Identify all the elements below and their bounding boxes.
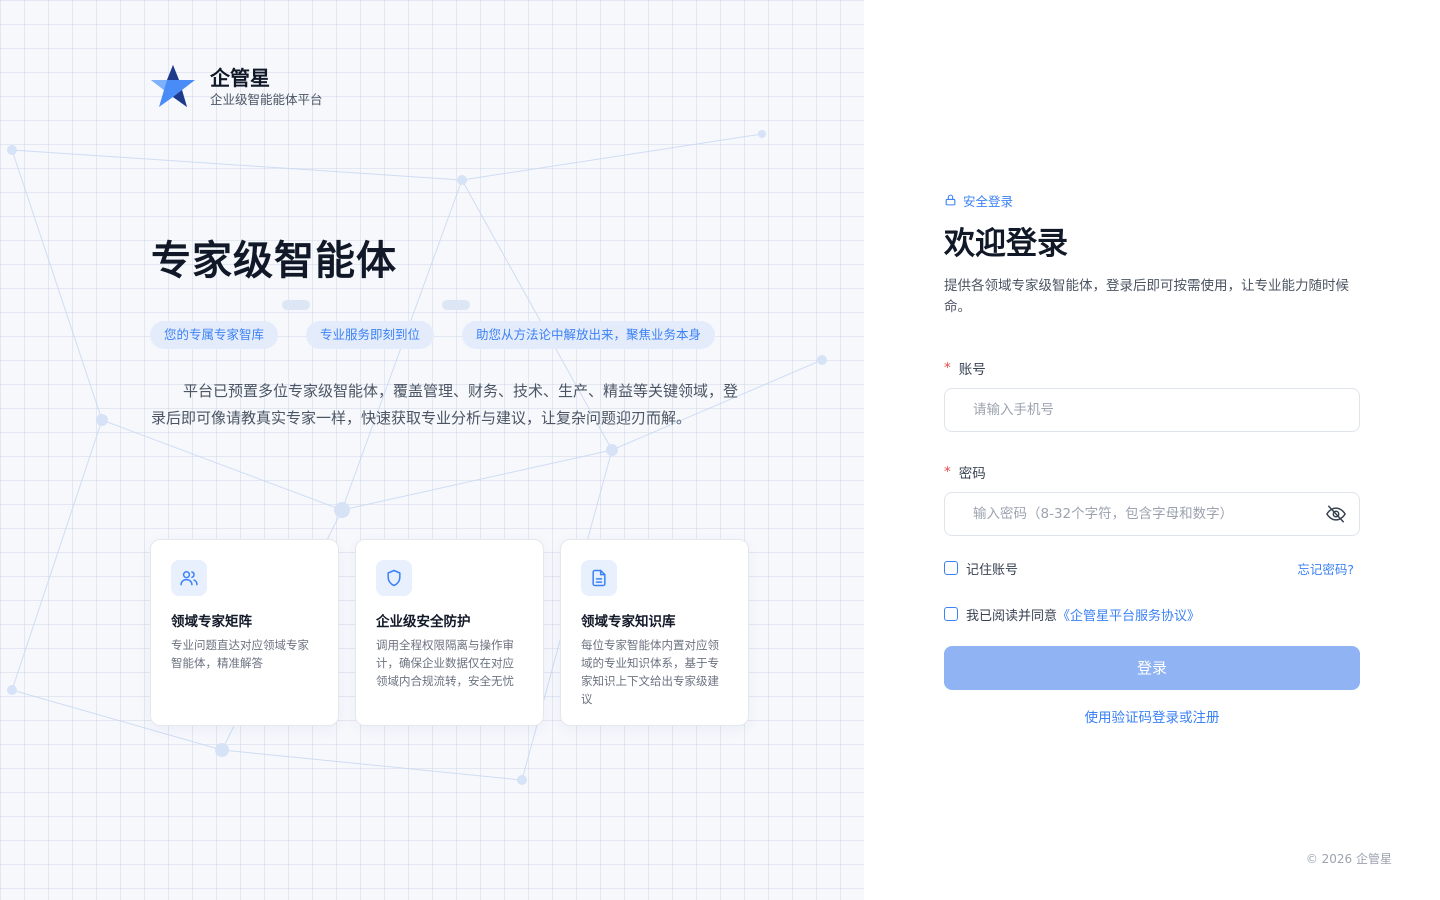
users-icon: [171, 560, 207, 596]
secure-login-badge: 安全登录: [944, 190, 1360, 210]
login-lead: 提供各领域专家级智能体，登录后即可按需使用，让专业能力随时候命。: [944, 278, 1349, 315]
star-logo-icon: [151, 65, 195, 107]
shield-icon: [376, 560, 412, 596]
decorative-pill: [282, 300, 310, 310]
login-panel: 安全登录 欢迎登录 提供各领域专家级智能体，登录后即可按需使用，让专业能力随时候…: [864, 0, 1440, 900]
feature-card-security: 企业级安全防护 调用全程权限隔离与操作审计，确保企业数据仅在对应领域内合规流转，…: [355, 539, 544, 726]
password-field: [944, 492, 1360, 536]
password-input[interactable]: [945, 493, 1359, 535]
forgot-password-link[interactable]: 忘记密码?: [1297, 559, 1354, 578]
feature-text: 专业问题直达对应领域专家智能体，精准解答: [171, 638, 309, 670]
account-label: * 账号: [944, 358, 1360, 378]
password-label: * 密码: [944, 462, 1360, 482]
agreement-text: 我已阅读并同意《企管星平台服务协议》: [966, 605, 1200, 624]
hero-tag: 您的专属专家智库: [150, 321, 279, 349]
checkbox-box[interactable]: [944, 561, 958, 575]
hero-panel: 企管星 企业级智能能体平台 专家级智能体 您的专属专家智库 专业服务即刻到位 助…: [0, 0, 864, 900]
feature-title: 领域专家矩阵: [171, 614, 252, 630]
document-icon: [581, 560, 617, 596]
password-label-text: 密码: [958, 466, 986, 482]
brand-tagline: 企业级智能能体平台: [210, 92, 323, 107]
lock-icon: [945, 194, 956, 206]
agreement-row: 我已阅读并同意《企管星平台服务协议》: [944, 604, 1360, 624]
decorative-pill: [442, 300, 470, 310]
feature-text: 每位专家智能体内置对应领域的专业知识体系，基于专家知识上下文给出专家级建议: [581, 638, 719, 706]
account-label-text: 账号: [958, 362, 986, 378]
hero-title: 专家级智能体: [151, 238, 397, 284]
remember-row: 记住账号 忘记密码?: [944, 558, 1360, 578]
feature-title: 领域专家知识库: [581, 614, 676, 630]
secure-login-label: 安全登录: [963, 193, 1014, 209]
network-background: [7, 130, 827, 785]
feature-cards: 领域专家矩阵 专业问题直达对应领域专家智能体，精准解答 企业级安全防护 调用全程…: [150, 539, 749, 726]
feature-card-knowledge-base: 领域专家知识库 每位专家智能体内置对应领域的专业知识体系，基于专家知识上下文给出…: [560, 539, 749, 726]
hero-tag: 助您从方法论中解放出来，聚焦业务本身: [462, 321, 716, 349]
brand: 企管星 企业级智能能体平台: [148, 62, 323, 112]
sms-login-register-link[interactable]: 使用验证码登录或注册: [944, 706, 1360, 726]
login-form: 安全登录 欢迎登录 提供各领域专家级智能体，登录后即可按需使用，让专业能力随时候…: [944, 190, 1360, 726]
brand-text: 企管星 企业级智能能体平台: [210, 65, 323, 109]
agreement-prefix: 我已阅读并同意: [966, 608, 1058, 624]
hero-tag: 专业服务即刻到位: [306, 321, 435, 349]
feature-card-expert-matrix: 领域专家矩阵 专业问题直达对应领域专家智能体，精准解答: [150, 539, 339, 726]
login-button[interactable]: 登录: [944, 646, 1360, 690]
required-mark: *: [944, 464, 951, 480]
account-input[interactable]: [945, 389, 1359, 431]
service-agreement-link[interactable]: 《企管星平台服务协议》: [1057, 609, 1200, 624]
feature-title: 企业级安全防护: [376, 614, 471, 630]
brand-name: 企管星: [210, 66, 270, 90]
account-field: [944, 388, 1360, 432]
checkbox-box[interactable]: [944, 607, 958, 621]
copyright: © 2026 企管星: [1305, 852, 1392, 866]
login-title: 欢迎登录: [944, 226, 1068, 262]
eye-off-icon[interactable]: [1325, 504, 1347, 524]
feature-text: 调用全程权限隔离与操作审计，确保企业数据仅在对应领域内合规流转，安全无忧: [376, 638, 514, 688]
agreement-checkbox[interactable]: 我已阅读并同意《企管星平台服务协议》: [944, 605, 1200, 624]
hero-tags: 您的专属专家智库 专业服务即刻到位 助您从方法论中解放出来，聚焦业务本身: [150, 321, 716, 349]
hero-description: 平台已预置多位专家级智能体，覆盖管理、财务、技术、生产、精益等关键领域，登录后即…: [151, 382, 739, 427]
remember-checkbox[interactable]: 记住账号: [944, 559, 1018, 578]
required-mark: *: [944, 360, 951, 376]
remember-label: 记住账号: [966, 562, 1019, 578]
